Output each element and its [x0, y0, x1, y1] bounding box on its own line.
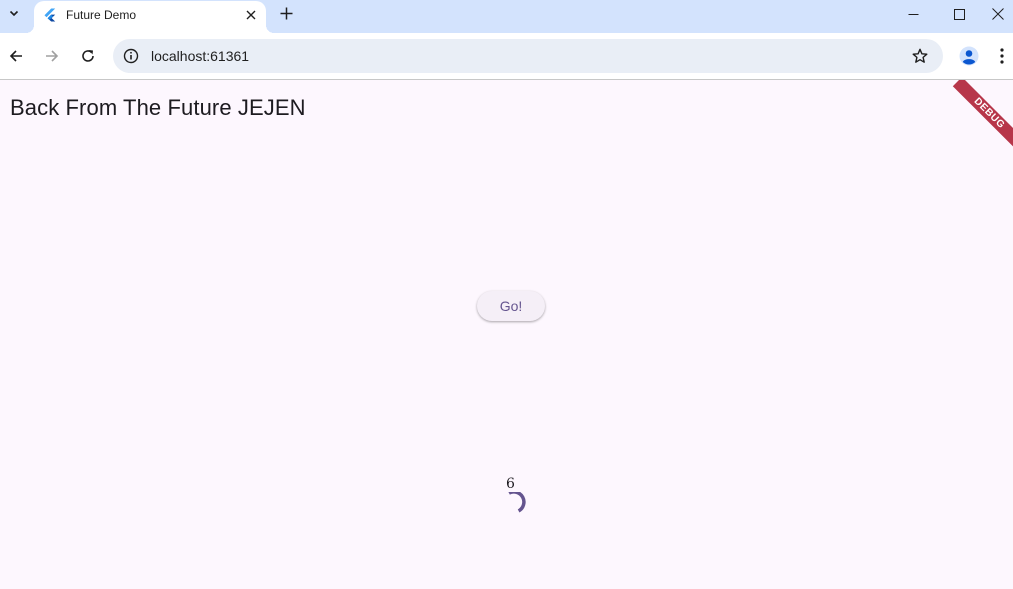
- maximize-button[interactable]: [936, 0, 982, 28]
- close-tab-button[interactable]: [242, 6, 260, 24]
- tab-title: Future Demo: [66, 8, 137, 22]
- reload-button[interactable]: [74, 42, 102, 70]
- tab-strip: Future Demo: [0, 0, 1013, 33]
- new-tab-button[interactable]: [275, 2, 297, 24]
- arrow-left-icon: [9, 50, 22, 62]
- arrow-right-icon: [46, 50, 59, 62]
- close-icon: [246, 10, 256, 20]
- forward-button[interactable]: [38, 42, 66, 70]
- maximize-icon: [953, 8, 965, 20]
- active-tab[interactable]: Future Demo: [26, 1, 274, 33]
- back-button[interactable]: [2, 42, 30, 70]
- star-icon: [912, 48, 928, 63]
- close-window-button[interactable]: [982, 0, 1013, 28]
- reload-icon: [82, 50, 94, 62]
- minimize-icon: [908, 13, 918, 15]
- close-icon: [991, 8, 1004, 20]
- url-text: localhost:61361: [151, 48, 250, 64]
- browser-menu-button[interactable]: [992, 42, 1012, 70]
- bookmark-button[interactable]: [908, 44, 932, 68]
- info-icon: [123, 48, 139, 64]
- counter-text: 6: [506, 476, 515, 492]
- app-bar-title: Back From The Future JEJEN: [10, 95, 306, 120]
- minimize-button[interactable]: [890, 0, 936, 28]
- plus-icon: [280, 7, 292, 19]
- site-info-button[interactable]: [119, 44, 143, 68]
- app-viewport: Back From The Future JEJEN DEBUG Go! 6: [0, 80, 1013, 589]
- address-bar[interactable]: localhost:61361: [113, 39, 943, 73]
- browser-toolbar: localhost:61361: [0, 33, 1013, 79]
- loading-spinner: [508, 492, 526, 513]
- account-icon: [959, 46, 979, 66]
- chevron-down-icon: [9, 10, 19, 17]
- go-button[interactable]: Go!: [477, 291, 545, 321]
- tab-search-button[interactable]: [2, 1, 26, 25]
- debug-banner: DEBUG: [952, 80, 1013, 150]
- profile-button[interactable]: [955, 42, 983, 70]
- kebab-menu-icon: [1000, 48, 1004, 64]
- flutter-icon: [44, 8, 56, 22]
